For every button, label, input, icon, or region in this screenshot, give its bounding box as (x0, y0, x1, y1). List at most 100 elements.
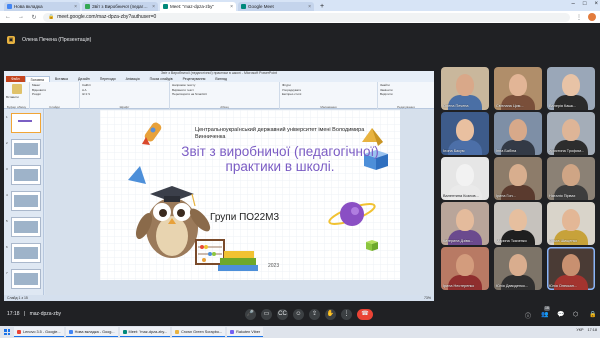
tab-favicon-icon (241, 4, 246, 9)
minimize-icon[interactable]: – (572, 1, 575, 7)
host-controls-icon[interactable]: 🔒 (589, 311, 596, 318)
keyboard-language[interactable]: УКР (576, 328, 583, 332)
participant-tile[interactable]: Олена Печена (441, 67, 489, 110)
paste-button[interactable]: Вставити (6, 95, 27, 100)
participant-tile[interactable]: Валерія Кашк... (547, 67, 595, 110)
slide-thumbnail[interactable]: 1 (6, 113, 41, 133)
smartart-button[interactable]: Перетворити на SmartArt (172, 92, 277, 97)
leave-call-button[interactable]: ☎ (357, 309, 373, 320)
reload-icon[interactable]: ↻ (30, 14, 38, 21)
clock[interactable]: 17:18 (587, 328, 597, 332)
browser-tab-active[interactable]: Meet: "maz-dpza-zby" × (160, 2, 236, 11)
participant-tile[interactable]: Христина Трофим... (547, 112, 595, 155)
select-button[interactable]: Виділити (380, 92, 432, 97)
slide-thumbnail[interactable]: 2 (6, 139, 41, 159)
slide-thumbnail[interactable]: 3 (6, 165, 41, 185)
tab-label: Google Meet (248, 4, 274, 9)
participant-tile[interactable]: Валентина Козлов... (441, 157, 489, 200)
tab-label: Meet: "maz-dpza-zby" (170, 4, 214, 9)
emoji-icon[interactable]: ☺ (293, 309, 304, 320)
back-icon[interactable]: ← (4, 14, 12, 20)
meet-header: ▣ Олена Печена (Презентація) (0, 23, 600, 55)
participant-tile[interactable]: Ольга Шищенко (547, 202, 595, 245)
os-taskbar: Lenovo 3.5 - Google... Нова вкладка - Go… (0, 326, 600, 338)
participant-face (456, 74, 474, 96)
maximize-icon[interactable]: □ (583, 1, 587, 7)
participant-tile[interactable]: Світлана Цим... (494, 67, 542, 110)
close-tab-icon[interactable]: × (74, 4, 77, 10)
app-icon (17, 329, 21, 334)
close-window-icon[interactable]: × (594, 1, 598, 7)
slide-thumbnail[interactable]: 5 (6, 217, 41, 237)
participant-name: Ірина Нестеренко (443, 284, 475, 288)
quick-styles-button[interactable]: Експрес-стилі (282, 92, 375, 97)
raise-hand-icon[interactable]: ✋ (325, 309, 336, 320)
taskbar-item[interactable]: Lenovo 3.5 - Google... (14, 327, 64, 337)
participant-count-badge: 16 (544, 306, 550, 311)
people-icon[interactable]: 👥 (541, 311, 548, 318)
slide-number: 5 (6, 219, 8, 223)
more-options-icon[interactable]: ⋮ (341, 309, 352, 320)
chat-icon[interactable]: 💬 (557, 311, 564, 318)
participant-tile[interactable]: Марина Ткаченко (494, 202, 542, 245)
slide-thumbnail[interactable]: 6 (6, 243, 41, 263)
paste-icon[interactable] (11, 84, 22, 94)
presenter-label: Олена Печена (Презентація) (22, 37, 92, 43)
close-tab-icon[interactable]: × (308, 4, 311, 10)
camera-icon[interactable]: ▭ (261, 309, 272, 320)
microphone-icon[interactable]: 🎤 (245, 309, 256, 320)
participant-tile[interactable]: Юлія Давиденко... (494, 247, 542, 290)
ribbon-group-slides: Макет Відновити Розділ Слайди (30, 82, 80, 109)
slide-count-status: Слайд 1 з 15 (7, 296, 28, 300)
taskbar-item[interactable]: Нова вкладка - Goog... (65, 327, 118, 337)
present-icon[interactable]: ⇪ (309, 309, 320, 320)
slide-group: Групи ПО22М3 (210, 212, 280, 223)
participant-tile[interactable]: Катерина Дзіва... (441, 202, 489, 245)
browser-tab[interactable]: Google Meet × (238, 2, 314, 11)
slide-preview (14, 195, 38, 207)
slide-thumbnail[interactable]: 7 (6, 269, 41, 289)
participant-tile[interactable]: Ірина Гон... (494, 157, 542, 200)
new-tab-button[interactable]: + (316, 2, 328, 11)
address-bar[interactable]: 🔒 meet.google.com/maz-dpza-zby?authuser=… (43, 12, 570, 22)
rocket-illustration (142, 122, 162, 145)
windows-start-icon[interactable] (2, 327, 12, 337)
taskbar-item[interactable]: Crown Green Scrapbo... (172, 327, 226, 337)
captions-icon[interactable]: CC (277, 309, 288, 320)
participant-tile[interactable]: Ірина Нестеренко (441, 247, 489, 290)
tab-label: Нова вкладка (14, 4, 43, 9)
avatar[interactable] (588, 13, 596, 21)
participant-name: Катерина Дзіва... (443, 239, 474, 243)
slide-number: 7 (6, 271, 8, 275)
slide-number: 3 (6, 167, 8, 171)
participant-tile[interactable]: Інна Бабіна (494, 112, 542, 155)
forward-icon[interactable]: → (17, 14, 25, 20)
taskbar-item[interactable]: Rakuten Viber (227, 327, 264, 337)
section-button[interactable]: Розділ (32, 92, 77, 97)
participant-face (456, 164, 474, 186)
extensions-icon[interactable]: ⋮ (575, 14, 583, 21)
participant-tile-speaking[interactable]: Юлія Олексан... (547, 247, 595, 290)
close-tab-icon[interactable]: × (230, 4, 233, 10)
font-style-buttons[interactable]: Ж К Ч (82, 92, 167, 97)
participant-face (509, 254, 527, 276)
info-icon[interactable]: ⓘ (525, 311, 531, 320)
activities-icon[interactable]: ⬡ (573, 311, 578, 318)
participant-name: Валентина Козлов... (443, 194, 479, 198)
participant-face (562, 209, 580, 231)
browser-tab[interactable]: Звіт з Виробничої (педагогічн... × (82, 2, 158, 11)
taskbar-item-label: Meet: "maz-dpza-zby... (128, 329, 168, 334)
participant-tile[interactable]: Наталія Пірвах (547, 157, 595, 200)
browser-tab[interactable]: Нова вкладка × (4, 2, 80, 11)
tab-favicon-icon (85, 4, 90, 9)
small-cube-illustration (366, 240, 378, 251)
zoom-level[interactable]: 73% (424, 295, 431, 301)
ribbon-group-clipboard: Вставити Буфер обміну (4, 82, 30, 109)
slide-preview (14, 143, 38, 155)
abacus-illustration (195, 239, 225, 265)
participant-tile[interactable]: Ілона Бакум (441, 112, 489, 155)
close-tab-icon[interactable]: × (152, 4, 155, 10)
app-icon (68, 329, 73, 334)
taskbar-item[interactable]: Meet: "maz-dpza-zby... (119, 327, 171, 337)
slide-thumbnail[interactable]: 4 (6, 191, 41, 211)
